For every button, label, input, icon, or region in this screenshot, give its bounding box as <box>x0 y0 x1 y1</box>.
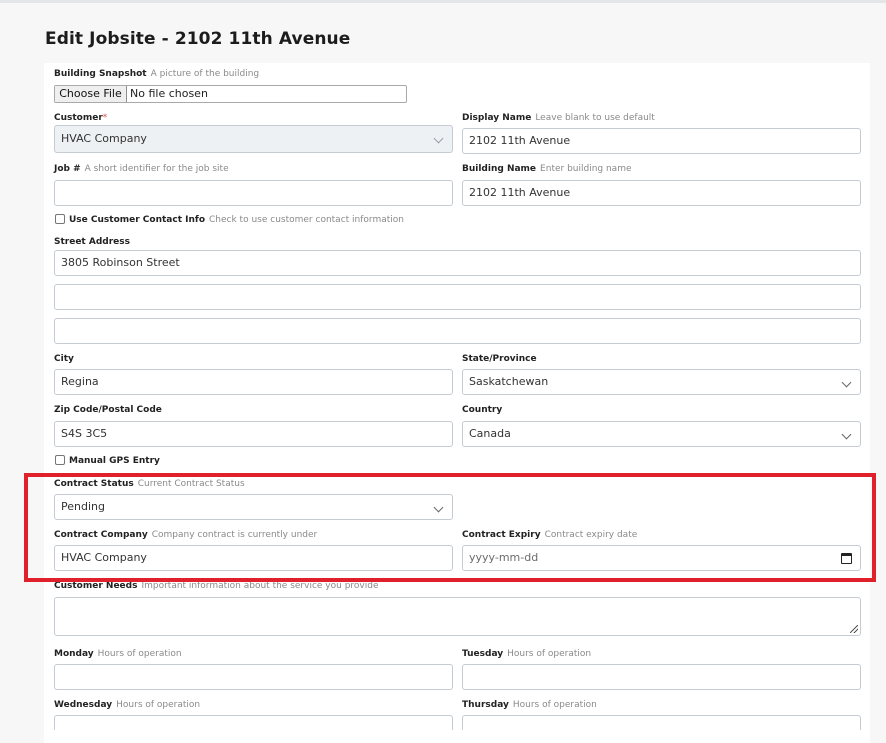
wednesday-label: Wednesday Hours of operation <box>54 700 201 710</box>
top-divider <box>0 0 886 3</box>
state-label: State/Province <box>462 354 537 364</box>
city-input[interactable]: Regina <box>54 369 453 395</box>
building-snapshot-label: Building Snapshot A picture of the buildi… <box>54 69 260 79</box>
monday-hours-input[interactable] <box>54 664 453 690</box>
page-title: Edit Jobsite - 2102 11th Avenue <box>45 29 351 49</box>
state-select-value: Saskatchewan <box>469 375 549 388</box>
customer-needs-textarea[interactable] <box>54 597 861 636</box>
street-address-label: Street Address <box>54 237 130 247</box>
job-number-label: Job # A short identifier for the job site <box>54 164 229 174</box>
file-status-text: No file chosen <box>130 87 208 100</box>
contract-section-highlight <box>24 473 876 582</box>
street-address-line1-input[interactable]: 3805 Robinson Street <box>54 250 861 276</box>
building-name-input[interactable]: 2102 11th Avenue <box>462 180 861 206</box>
job-number-input[interactable] <box>54 180 453 206</box>
resize-grip-icon[interactable] <box>850 625 858 633</box>
country-select[interactable]: Canada <box>462 421 861 447</box>
chevron-down-icon <box>841 377 852 388</box>
country-label: Country <box>462 405 503 415</box>
choose-file-button[interactable]: Choose File <box>55 86 127 102</box>
building-name-label: Building Name Enter building name <box>462 164 632 174</box>
wednesday-hint: Hours of operation <box>116 700 201 710</box>
required-mark: * <box>102 113 108 123</box>
tuesday-label: Tuesday Hours of operation <box>462 649 592 659</box>
job-number-hint: A short identifier for the job site <box>84 164 229 174</box>
thursday-hint: Hours of operation <box>512 700 597 710</box>
customer-needs-hint: Important information about the service … <box>141 581 379 591</box>
thursday-hours-input[interactable] <box>462 715 861 730</box>
thursday-label: Thursday Hours of operation <box>462 700 597 710</box>
monday-label: Monday Hours of operation <box>54 649 182 659</box>
customer-select[interactable]: HVAC Company <box>54 125 453 153</box>
street-address-line2-input[interactable] <box>54 284 861 310</box>
tuesday-hours-input[interactable] <box>462 664 861 690</box>
display-name-hint: Leave blank to use default <box>535 113 655 123</box>
tuesday-hint: Hours of operation <box>507 649 592 659</box>
chevron-down-icon <box>841 429 852 440</box>
display-name-input[interactable]: 2102 11th Avenue <box>462 128 861 154</box>
zip-input[interactable]: S4S 3C5 <box>54 421 453 447</box>
use-customer-contact-hint: Check to use customer contact informatio… <box>209 215 404 225</box>
zip-label: Zip Code/Postal Code <box>54 405 162 415</box>
customer-needs-label: Customer Needs Important information abou… <box>54 581 379 591</box>
customer-label: Customer* <box>54 113 108 123</box>
building-snapshot-hint: A picture of the building <box>150 69 260 79</box>
building-snapshot-file-input[interactable]: Choose File No file chosen <box>54 85 407 103</box>
use-customer-contact-checkbox[interactable] <box>55 214 65 224</box>
country-select-value: Canada <box>469 427 511 440</box>
manual-gps-label: Manual GPS Entry <box>69 456 160 466</box>
monday-hint: Hours of operation <box>97 649 182 659</box>
building-name-hint: Enter building name <box>540 164 632 174</box>
street-address-line3-input[interactable] <box>54 318 861 344</box>
state-select[interactable]: Saskatchewan <box>462 369 861 395</box>
customer-select-value: HVAC Company <box>61 132 147 145</box>
display-name-label: Display Name Leave blank to use default <box>462 113 655 123</box>
wednesday-hours-input[interactable] <box>54 715 453 730</box>
city-label: City <box>54 354 74 364</box>
manual-gps-checkbox[interactable] <box>55 455 65 465</box>
chevron-down-icon <box>433 133 444 144</box>
use-customer-contact-label: Use Customer Contact Info Check to use cu… <box>69 215 404 225</box>
